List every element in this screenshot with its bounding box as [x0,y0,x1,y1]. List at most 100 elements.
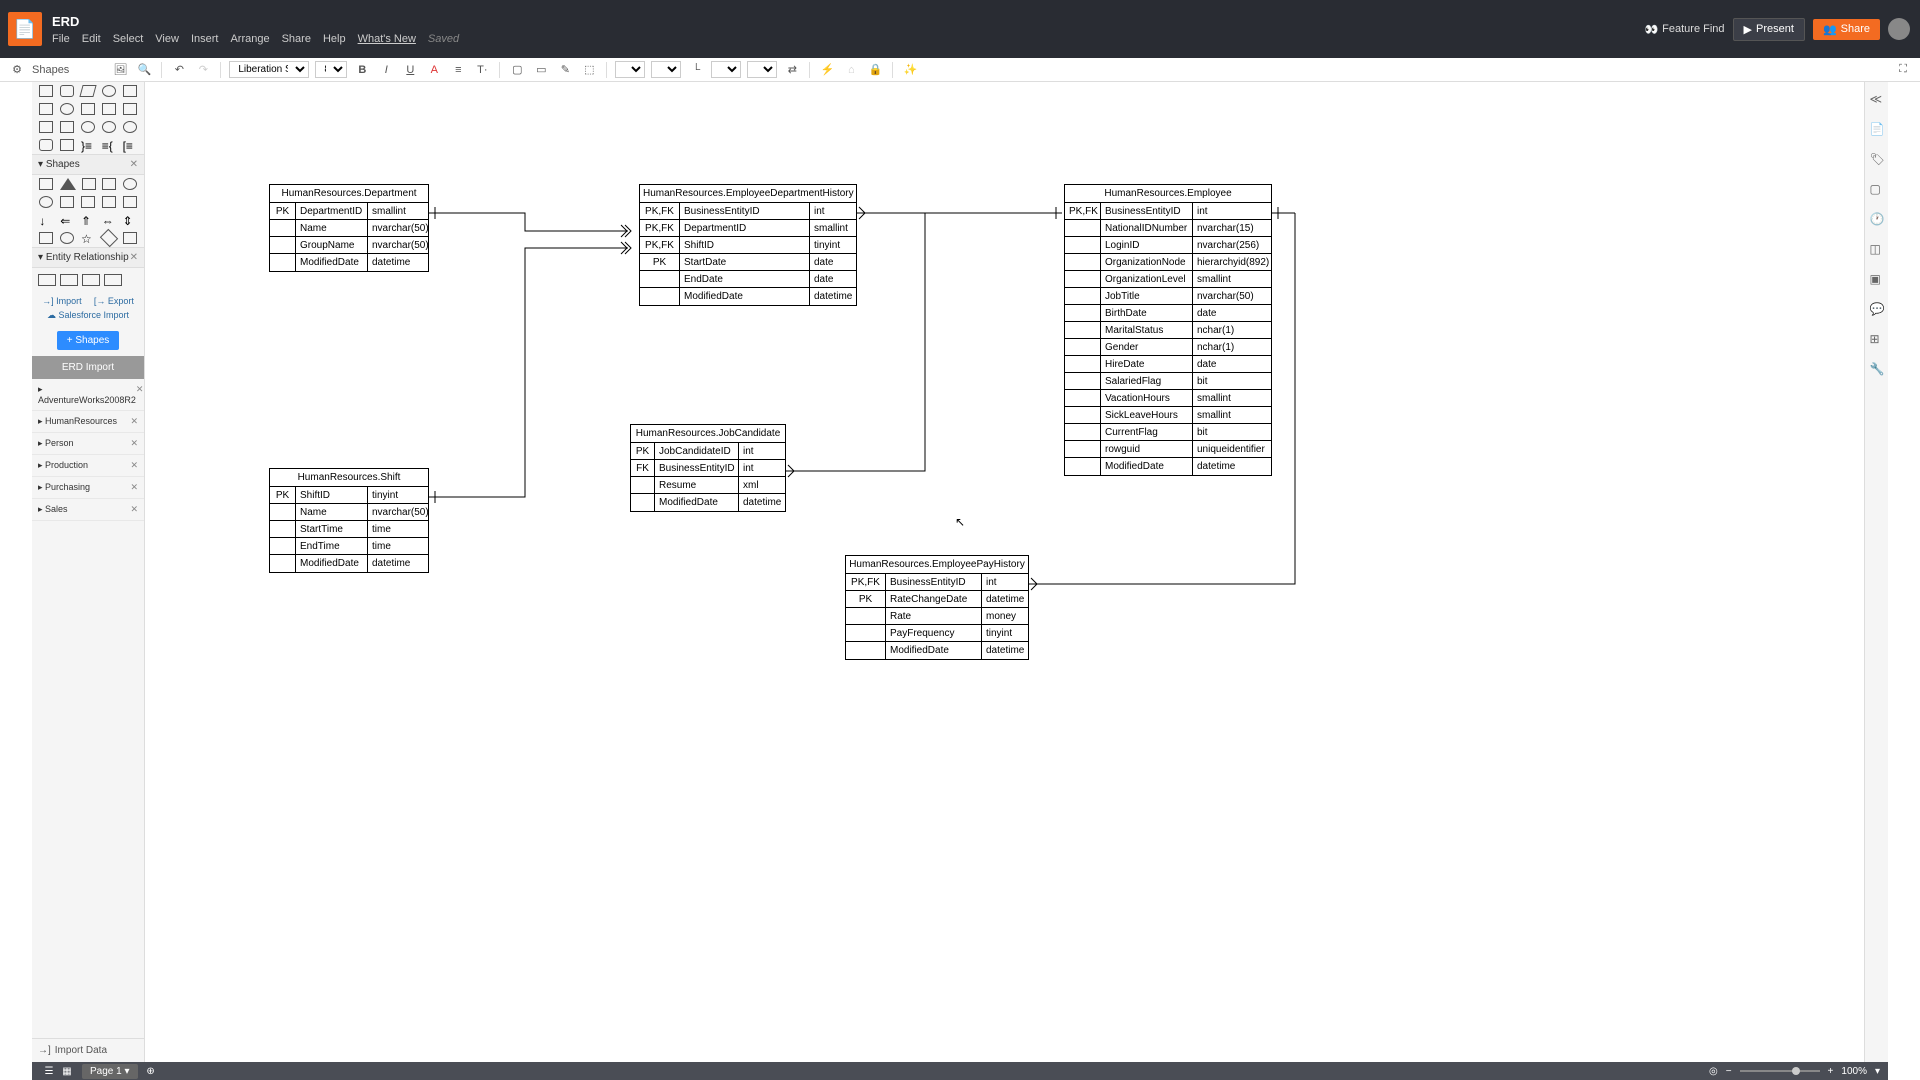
menu-select[interactable]: Select [113,33,144,45]
font-select[interactable]: Liberation Sans [229,61,309,78]
entity-employee[interactable]: HumanResources.Employee PK,FKBusinessEnt… [1064,184,1272,476]
entity-department[interactable]: HumanResources.Department PKDepartmentID… [269,184,429,272]
entity-row[interactable]: Namenvarchar(50) [270,220,428,237]
category-sales[interactable]: ▸ Sales✕ [32,499,144,521]
user-avatar[interactable] [1888,18,1910,40]
entity-row[interactable]: ModifiedDatedatetime [846,642,1028,659]
line-style-select[interactable]: — [615,61,645,78]
entity-row[interactable]: ModifiedDatedatetime [270,555,428,572]
target-icon[interactable]: ◎ [1709,1066,1718,1077]
feature-find[interactable]: 👀 Feature Find [1644,23,1724,36]
entity-row[interactable]: HireDatedate [1065,356,1271,373]
shapes-label[interactable]: Shapes [32,64,69,76]
entity-row[interactable]: ModifiedDatedatetime [1065,458,1271,475]
app-logo[interactable]: 📄 [8,12,42,46]
export-link[interactable]: [→ Export [94,296,134,306]
menu-arrange[interactable]: Arrange [230,33,269,45]
entity-row[interactable]: EndTimetime [270,538,428,555]
entity-row[interactable]: StartTimetime [270,521,428,538]
entity-row[interactable]: JobTitlenvarchar(50) [1065,288,1271,305]
undo-icon[interactable]: ↶ [170,61,188,79]
entity-row[interactable]: EndDatedate [640,271,856,288]
presentation-icon[interactable]: ▢ [1870,182,1884,196]
swap-icon[interactable]: ⇄ [783,61,801,79]
entity-row[interactable]: GroupNamenvarchar(50) [270,237,428,254]
entity-row[interactable]: PKStartDatedate [640,254,856,271]
entity-row[interactable]: FKBusinessEntityIDint [631,460,785,477]
page-tab[interactable]: Page 1 ▾ [82,1064,138,1079]
zoom-dropdown-icon[interactable]: ▾ [1875,1066,1880,1077]
menu-whats-new[interactable]: What's New [358,33,416,45]
comments-icon[interactable]: 💬 [1870,302,1884,316]
entity-row[interactable]: PK,FKShiftIDtinyint [640,237,856,254]
entity-employee-pay-history[interactable]: HumanResources.EmployeePayHistory PK,FKB… [845,555,1029,660]
zoom-out-icon[interactable]: − [1726,1066,1732,1077]
entity-row[interactable]: LoginIDnvarchar(256) [1065,237,1271,254]
document-icon[interactable]: 📄 [1870,122,1884,136]
erd-import-row[interactable]: ERD Import [32,356,144,379]
salesforce-import-link[interactable]: ☁ Salesforce Import [32,310,144,325]
tag-icon[interactable]: 🏷 [1870,152,1884,166]
add-shapes-button[interactable]: + Shapes [57,331,120,350]
close-icon[interactable]: ✕ [130,252,138,263]
entity-row[interactable]: ModifiedDatedatetime [631,494,785,511]
menu-view[interactable]: View [155,33,179,45]
bold-icon[interactable]: B [353,61,371,79]
category-humanresources[interactable]: ▸ HumanResources✕ [32,411,144,433]
text-options-icon[interactable]: T· [473,61,491,79]
close-icon[interactable]: ✕ [130,504,138,515]
category-person[interactable]: ▸ Person✕ [32,433,144,455]
entity-row[interactable]: Resumexml [631,477,785,494]
image-icon[interactable]: 🖼 [111,61,129,79]
entity-row[interactable]: VacationHourssmallint [1065,390,1271,407]
category-production[interactable]: ▸ Production✕ [32,455,144,477]
italic-icon[interactable]: I [377,61,395,79]
close-icon[interactable]: ✕ [136,384,144,405]
menu-edit[interactable]: Edit [82,33,101,45]
close-icon[interactable]: ✕ [130,460,138,471]
entity-row[interactable]: PK,FKDepartmentIDsmallint [640,220,856,237]
close-icon[interactable]: ✕ [130,438,138,449]
category-purchasing[interactable]: ▸ Purchasing✕ [32,477,144,499]
redo-icon[interactable]: ↷ [194,61,212,79]
entity-row[interactable]: ModifiedDatedatetime [640,288,856,305]
er-section-header[interactable]: ▾ Entity Relationship ✕ [32,247,144,268]
entity-row[interactable]: PKRateChangeDatedatetime [846,591,1028,608]
entity-row[interactable]: CurrentFlagbit [1065,424,1271,441]
lock-icon[interactable]: 🔒 [866,61,884,79]
entity-row[interactable]: SalariedFlagbit [1065,373,1271,390]
arrow-end-select[interactable]: → [747,61,777,78]
fullscreen-icon[interactable]: ⛶ [1894,61,1912,79]
entity-row[interactable]: PK,FKBusinessEntityIDint [640,203,856,220]
entity-row[interactable]: Ratemoney [846,608,1028,625]
align-icon[interactable]: ≡ [449,61,467,79]
actions-icon[interactable]: ▣ [1870,272,1884,286]
arrow-start-select[interactable]: None [711,61,741,78]
shapes-toggle-icon[interactable]: ⚙ [8,61,26,79]
add-page-icon[interactable]: ⊕ [142,1062,160,1080]
pencil-icon[interactable]: ✎ [556,61,574,79]
doc-title[interactable]: ERD [52,14,459,29]
close-icon[interactable]: ✕ [130,159,138,170]
entity-row[interactable]: PKDepartmentIDsmallint [270,203,428,220]
entity-row[interactable]: PK,FKBusinessEntityIDint [846,574,1028,591]
magic-icon[interactable]: ✨ [901,61,919,79]
underline-icon[interactable]: U [401,61,419,79]
collapse-icon[interactable]: ≪ [1870,92,1884,106]
border-icon[interactable]: ▭ [532,61,550,79]
entity-row[interactable]: Gendernchar(1) [1065,339,1271,356]
entity-row[interactable]: OrganizationLevelsmallint [1065,271,1271,288]
history-icon[interactable]: 🕐 [1870,212,1884,226]
zoom-slider[interactable] [1740,1070,1820,1072]
entity-row[interactable]: PKJobCandidateIDint [631,443,785,460]
zoom-in-icon[interactable]: + [1828,1066,1834,1077]
share-button[interactable]: 👥 Share [1813,19,1880,40]
zoom-level[interactable]: 100% [1841,1066,1867,1077]
entity-job-candidate[interactable]: HumanResources.JobCandidate PKJobCandida… [630,424,786,512]
entity-row[interactable]: Namenvarchar(50) [270,504,428,521]
diagram-canvas[interactable]: HumanResources.Department PKDepartmentID… [145,82,1864,1062]
fontsize-select[interactable]: 8 pt [315,61,347,78]
menu-insert[interactable]: Insert [191,33,219,45]
layers-icon[interactable]: ◫ [1870,242,1884,256]
entity-row[interactable]: rowguiduniqueidentifier [1065,441,1271,458]
